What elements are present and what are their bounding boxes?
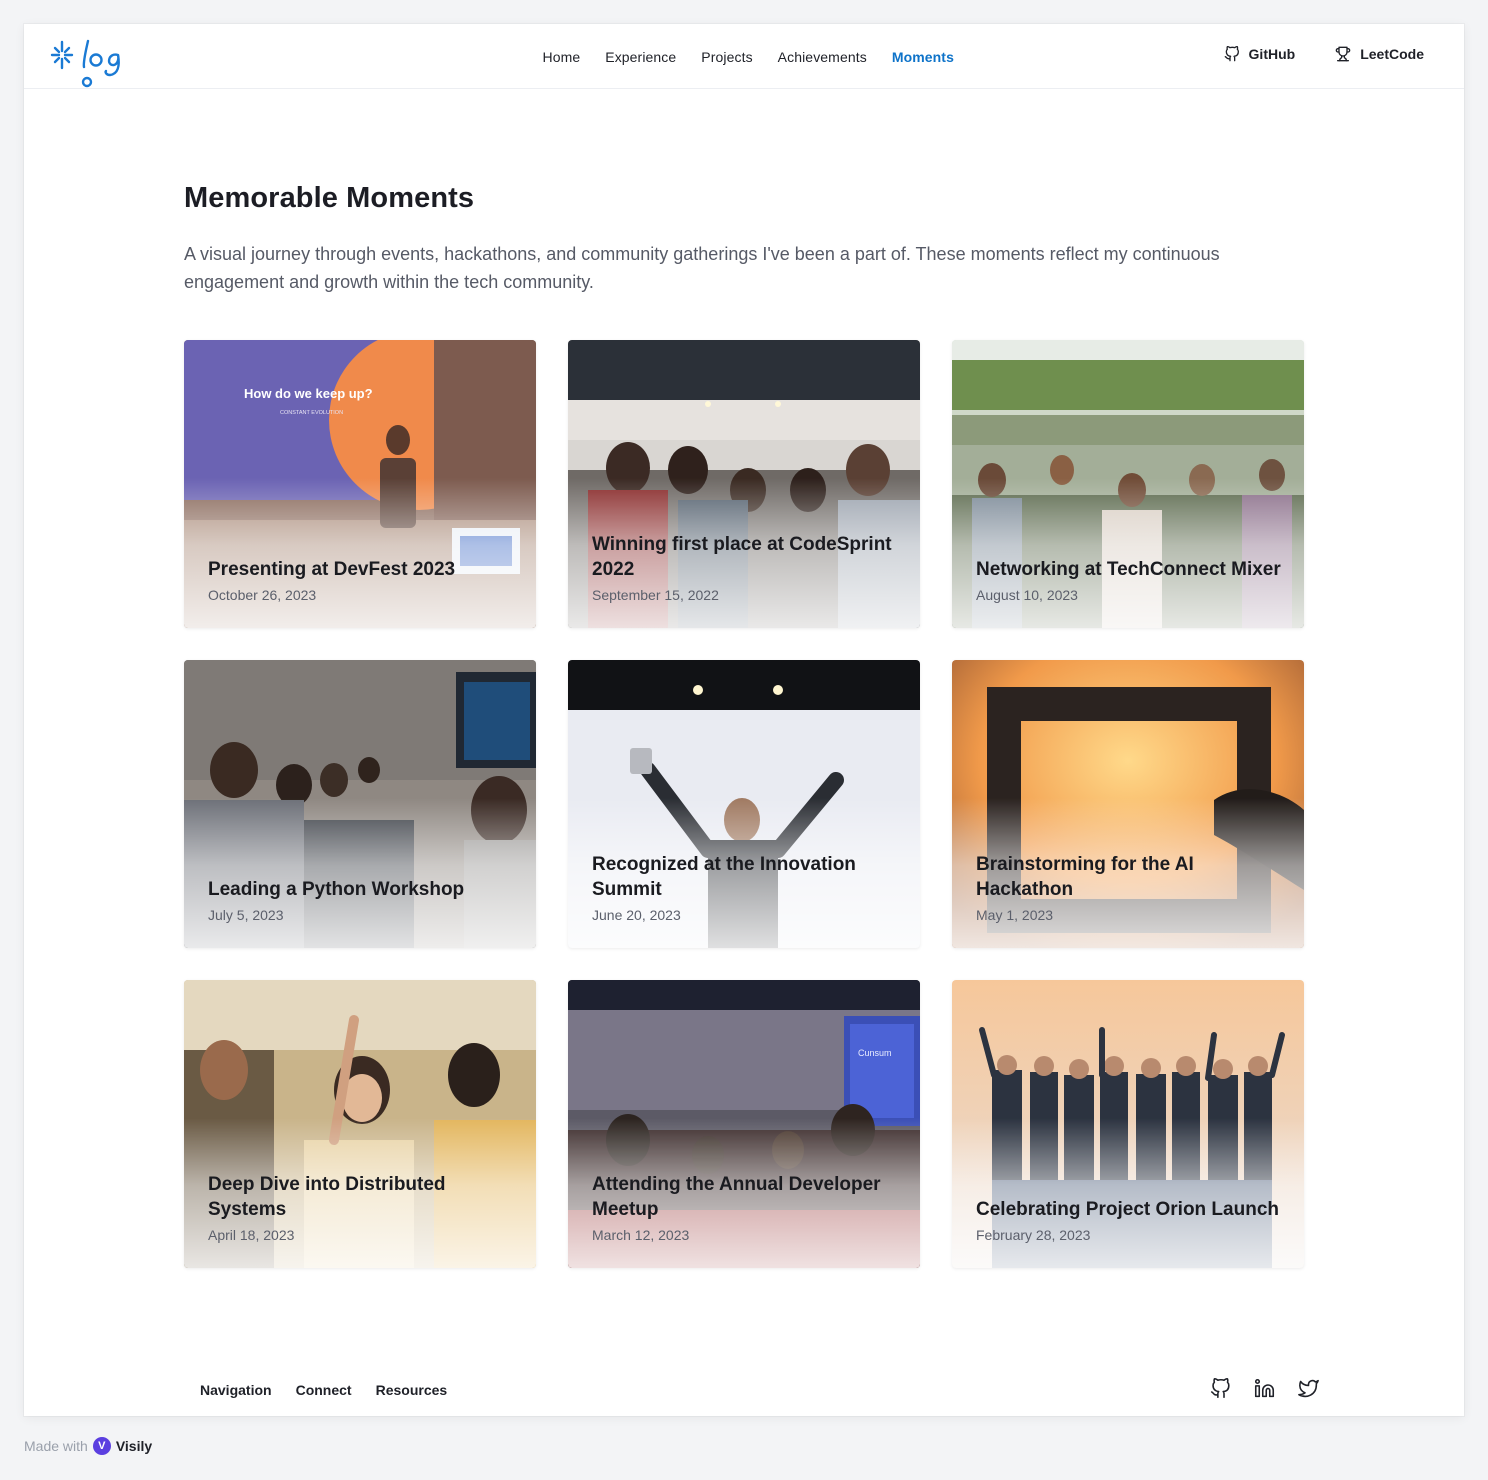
moment-title: Brainstorming for the AI Hackathon bbox=[976, 854, 1194, 900]
github-icon bbox=[1224, 46, 1239, 62]
nav-projects[interactable]: Projects bbox=[701, 48, 752, 66]
moment-card[interactable]: Leading a Python Workshop July 5, 2023 bbox=[184, 660, 536, 948]
moment-caption: Celebrating Project Orion Launch Februar… bbox=[976, 1197, 1284, 1244]
footer-link-connect[interactable]: Connect bbox=[296, 1382, 352, 1398]
made-with-badge[interactable]: Made with V Visily bbox=[24, 1437, 152, 1455]
screen-text: Cunsum bbox=[858, 1048, 892, 1058]
moment-date: May 1, 2023 bbox=[976, 907, 1054, 923]
moment-title: Leading a Python Workshop bbox=[208, 879, 465, 900]
moment-caption: Deep Dive into Distributed Systems April… bbox=[208, 1172, 516, 1244]
nav-achievements[interactable]: Achievements bbox=[778, 48, 867, 66]
moment-caption: Presenting at DevFest 2023 October 26, 2… bbox=[208, 557, 516, 604]
social-links bbox=[1210, 1378, 1319, 1399]
logo[interactable] bbox=[50, 38, 130, 92]
nav-moments[interactable]: Moments bbox=[892, 48, 954, 66]
moment-caption: Recognized at the Innovation Summit June… bbox=[592, 852, 900, 924]
moments-grid: How do we keep up? CONSTANT EVOLUTION Pr… bbox=[184, 340, 1304, 1268]
page-title: Memorable Moments bbox=[184, 182, 475, 214]
moment-caption: Attending the Annual Developer Meetup Ma… bbox=[592, 1172, 900, 1244]
moment-card[interactable]: Celebrating Project Orion Launch Februar… bbox=[952, 980, 1304, 1268]
main-nav: Home Experience Projects Achievements Mo… bbox=[530, 48, 966, 66]
moment-card[interactable]: Recognized at the Innovation Summit June… bbox=[568, 660, 920, 948]
moment-caption: Leading a Python Workshop July 5, 2023 bbox=[208, 877, 516, 924]
made-with-prefix: Made with bbox=[24, 1438, 88, 1454]
moment-card[interactable]: Networking at TechConnect Mixer August 1… bbox=[952, 340, 1304, 628]
nav-home[interactable]: Home bbox=[543, 48, 581, 66]
moment-title: Networking at TechConnect Mixer bbox=[976, 559, 1281, 580]
footer-link-navigation[interactable]: Navigation bbox=[200, 1382, 272, 1398]
trophy-icon bbox=[1335, 46, 1351, 62]
moment-card[interactable]: Cunsum Attending the Annual Developer Me… bbox=[568, 980, 920, 1268]
leetcode-label: LeetCode bbox=[1360, 46, 1424, 62]
moment-date: July 5, 2023 bbox=[208, 907, 284, 923]
slide-heading: How do we keep up? bbox=[244, 386, 373, 401]
moment-date: April 18, 2023 bbox=[208, 1227, 295, 1243]
github-icon[interactable] bbox=[1210, 1378, 1231, 1399]
leetcode-link[interactable]: LeetCode bbox=[1335, 46, 1424, 62]
moment-caption: Winning first place at CodeSprint 2022 S… bbox=[592, 532, 900, 604]
moment-title: Celebrating Project Orion Launch bbox=[976, 1199, 1279, 1220]
moment-date: October 26, 2023 bbox=[208, 587, 317, 603]
caption-fade bbox=[952, 478, 1304, 628]
moment-date: March 12, 2023 bbox=[592, 1227, 690, 1243]
moment-title: Attending the Annual Developer Meetup bbox=[592, 1174, 881, 1220]
site-header: Home Experience Projects Achievements Mo… bbox=[24, 24, 1464, 89]
moment-card[interactable]: Winning first place at CodeSprint 2022 S… bbox=[568, 340, 920, 628]
moment-caption: Networking at TechConnect Mixer August 1… bbox=[976, 557, 1284, 604]
moment-date: September 15, 2022 bbox=[592, 587, 719, 603]
github-link[interactable]: GitHub bbox=[1224, 46, 1296, 62]
caption-fade bbox=[184, 798, 536, 948]
github-label: GitHub bbox=[1248, 46, 1296, 62]
external-links: GitHub LeetCode bbox=[1224, 46, 1424, 62]
moment-date: February 28, 2023 bbox=[976, 1227, 1091, 1243]
moment-card[interactable]: Deep Dive into Distributed Systems April… bbox=[184, 980, 536, 1268]
moment-card[interactable]: Brainstorming for the AI Hackathon May 1… bbox=[952, 660, 1304, 948]
caption-fade bbox=[184, 478, 536, 628]
linkedin-icon[interactable] bbox=[1254, 1378, 1275, 1399]
slide-subheading: CONSTANT EVOLUTION bbox=[280, 410, 343, 416]
visily-brand: Visily bbox=[115, 1438, 153, 1454]
moment-date: August 10, 2023 bbox=[976, 587, 1078, 603]
caption-fade bbox=[952, 1118, 1304, 1268]
visily-logo-icon: V bbox=[92, 1437, 111, 1455]
page-intro: A visual journey through events, hackath… bbox=[184, 244, 1220, 292]
moment-caption: Brainstorming for the AI Hackathon May 1… bbox=[976, 852, 1284, 924]
app-frame: Home Experience Projects Achievements Mo… bbox=[24, 24, 1464, 1416]
footer-link-resources[interactable]: Resources bbox=[376, 1382, 448, 1398]
moment-title: Presenting at DevFest 2023 bbox=[208, 559, 456, 580]
moment-title: Deep Dive into Distributed Systems bbox=[208, 1174, 446, 1220]
moment-title: Winning first place at CodeSprint 2022 bbox=[592, 534, 892, 580]
footer-links: Navigation Connect Resources bbox=[200, 1382, 447, 1398]
moment-title: Recognized at the Innovation Summit bbox=[592, 854, 856, 900]
moment-date: June 20, 2023 bbox=[592, 907, 681, 923]
moment-card[interactable]: How do we keep up? CONSTANT EVOLUTION Pr… bbox=[184, 340, 536, 628]
nav-experience[interactable]: Experience bbox=[605, 48, 676, 66]
twitter-icon[interactable] bbox=[1298, 1378, 1319, 1399]
